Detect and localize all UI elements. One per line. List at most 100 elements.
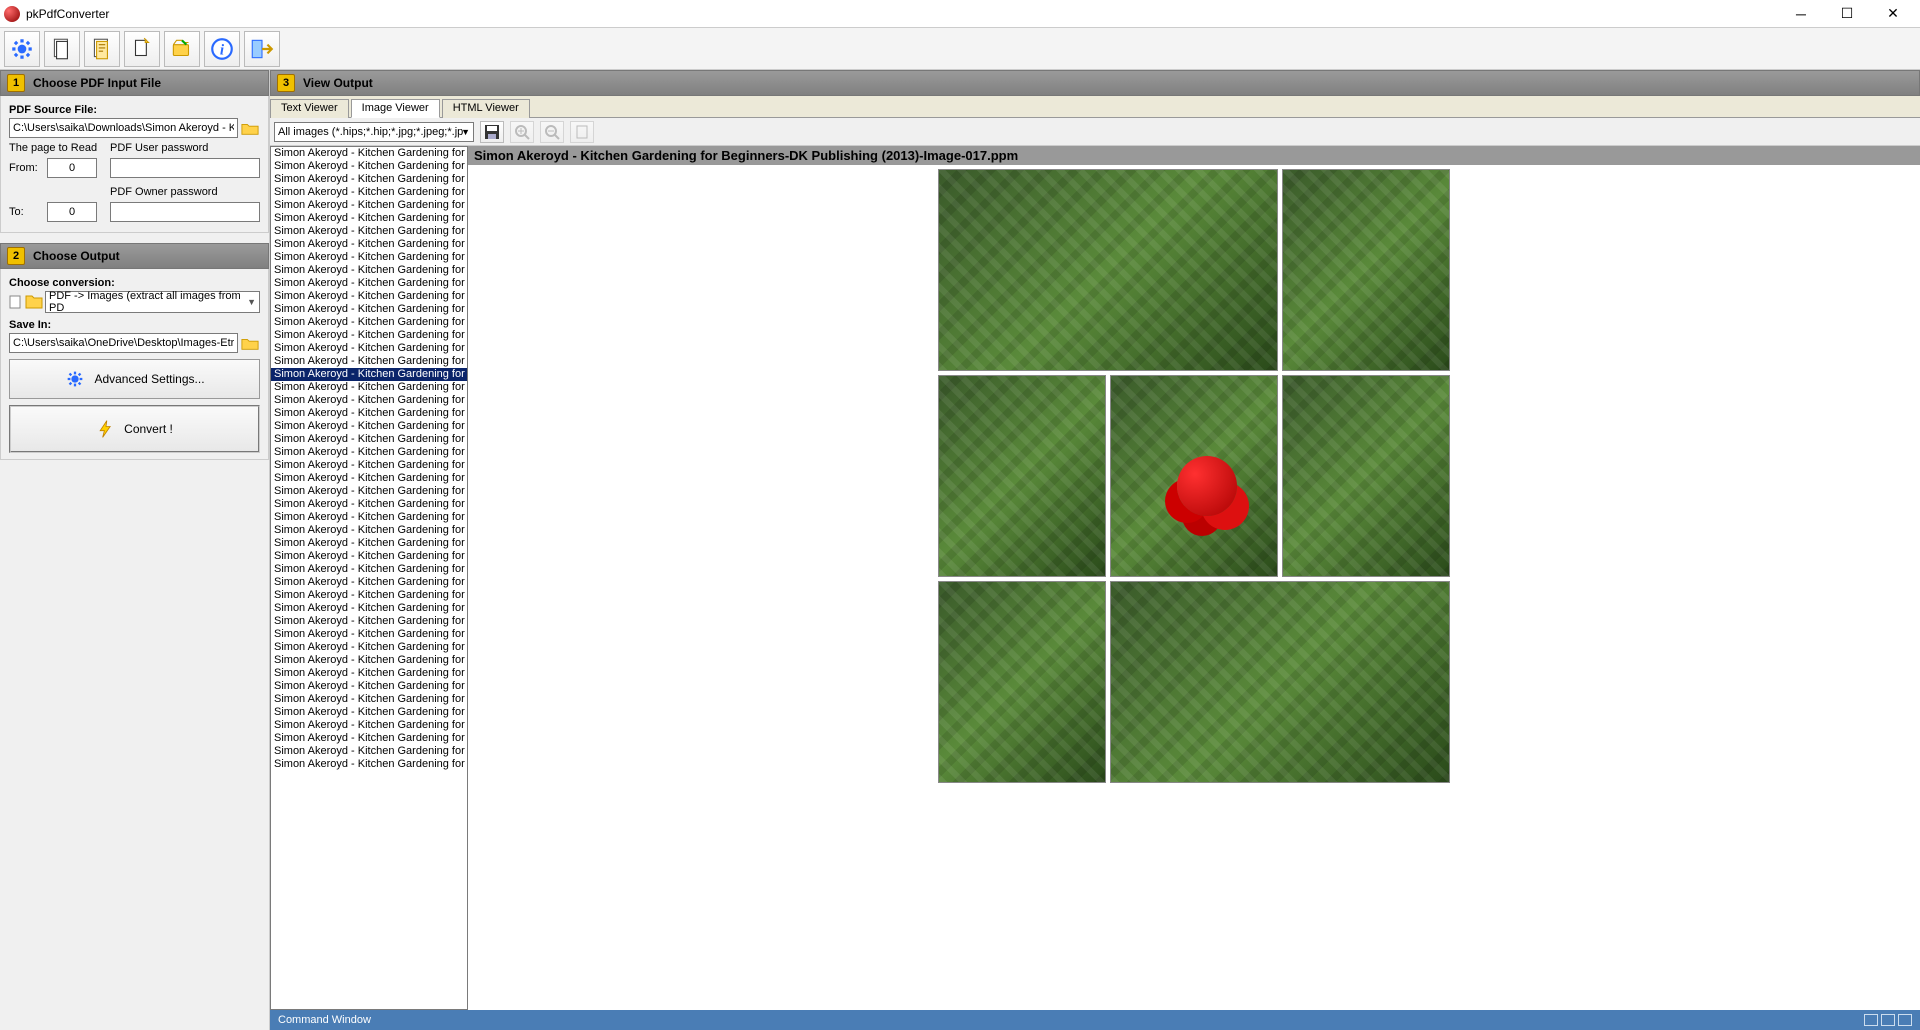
browse-savein-icon[interactable] — [240, 334, 260, 352]
step3-badge: 3 — [277, 74, 295, 92]
list-item[interactable]: Simon Akeroyd - Kitchen Gardening for — [271, 199, 467, 212]
list-item[interactable]: Simon Akeroyd - Kitchen Gardening for — [271, 485, 467, 498]
preview-tile — [938, 581, 1106, 783]
list-item[interactable]: Simon Akeroyd - Kitchen Gardening for — [271, 303, 467, 316]
list-item[interactable]: Simon Akeroyd - Kitchen Gardening for — [271, 277, 467, 290]
to-label: To: — [9, 206, 45, 218]
list-item[interactable]: Simon Akeroyd - Kitchen Gardening for — [271, 238, 467, 251]
list-item[interactable]: Simon Akeroyd - Kitchen Gardening for — [271, 511, 467, 524]
convert-button[interactable]: Convert ! — [9, 405, 260, 453]
browse-source-icon[interactable] — [240, 119, 260, 137]
maximize-button[interactable]: ☐ — [1824, 0, 1870, 28]
settings-button[interactable] — [4, 31, 40, 67]
list-item[interactable]: Simon Akeroyd - Kitchen Gardening for — [271, 212, 467, 225]
list-item[interactable]: Simon Akeroyd - Kitchen Gardening for — [271, 732, 467, 745]
list-item[interactable]: Simon Akeroyd - Kitchen Gardening for — [271, 147, 467, 160]
list-item[interactable]: Simon Akeroyd - Kitchen Gardening for — [271, 316, 467, 329]
list-item[interactable]: Simon Akeroyd - Kitchen Gardening for — [271, 329, 467, 342]
list-item[interactable]: Simon Akeroyd - Kitchen Gardening for — [271, 264, 467, 277]
zoom-out-button[interactable] — [540, 121, 564, 143]
list-item[interactable]: Simon Akeroyd - Kitchen Gardening for — [271, 680, 467, 693]
doc-button-3[interactable] — [124, 31, 160, 67]
list-item[interactable]: Simon Akeroyd - Kitchen Gardening for — [271, 602, 467, 615]
list-item[interactable]: Simon Akeroyd - Kitchen Gardening for — [271, 628, 467, 641]
list-item[interactable]: Simon Akeroyd - Kitchen Gardening for — [271, 446, 467, 459]
list-item[interactable]: Simon Akeroyd - Kitchen Gardening for — [271, 667, 467, 680]
list-item[interactable]: Simon Akeroyd - Kitchen Gardening for — [271, 641, 467, 654]
list-item[interactable]: Simon Akeroyd - Kitchen Gardening for — [271, 160, 467, 173]
source-file-input[interactable] — [9, 118, 238, 138]
list-item[interactable]: Simon Akeroyd - Kitchen Gardening for — [271, 342, 467, 355]
list-item[interactable]: Simon Akeroyd - Kitchen Gardening for — [271, 654, 467, 667]
list-item[interactable]: Simon Akeroyd - Kitchen Gardening for — [271, 290, 467, 303]
list-item[interactable]: Simon Akeroyd - Kitchen Gardening for — [271, 433, 467, 446]
source-file-label: PDF Source File: — [9, 104, 260, 116]
doc-button-2[interactable] — [84, 31, 120, 67]
list-item[interactable]: Simon Akeroyd - Kitchen Gardening for — [271, 186, 467, 199]
minimize-button[interactable]: ─ — [1778, 0, 1824, 28]
list-item[interactable]: Simon Akeroyd - Kitchen Gardening for — [271, 615, 467, 628]
panel-header-step2: 2 Choose Output — [0, 243, 269, 269]
fit-page-button[interactable] — [570, 121, 594, 143]
lightning-icon — [96, 417, 116, 441]
list-item[interactable]: Simon Akeroyd - Kitchen Gardening for — [271, 589, 467, 602]
panel-header-step1: 1 Choose PDF Input File — [0, 70, 269, 96]
list-item[interactable]: Simon Akeroyd - Kitchen Gardening for — [271, 706, 467, 719]
list-item[interactable]: Simon Akeroyd - Kitchen Gardening for — [271, 758, 467, 771]
choose-conversion-label: Choose conversion: — [9, 277, 260, 289]
preview-tile — [1110, 581, 1450, 783]
list-item[interactable]: Simon Akeroyd - Kitchen Gardening for — [271, 420, 467, 433]
step2-badge: 2 — [7, 247, 25, 265]
close-button[interactable]: ✕ — [1870, 0, 1916, 28]
user-password-input[interactable] — [110, 158, 260, 178]
preview-tile — [1282, 375, 1450, 577]
owner-password-input[interactable] — [110, 202, 260, 222]
list-item[interactable]: Simon Akeroyd - Kitchen Gardening for — [271, 225, 467, 238]
app-icon — [4, 6, 20, 22]
panel-header-step3: 3 View Output — [270, 70, 1920, 96]
image-list[interactable]: Simon Akeroyd - Kitchen Gardening forSim… — [270, 146, 468, 1010]
list-item[interactable]: Simon Akeroyd - Kitchen Gardening for — [271, 745, 467, 758]
list-item[interactable]: Simon Akeroyd - Kitchen Gardening for — [271, 355, 467, 368]
list-item[interactable]: Simon Akeroyd - Kitchen Gardening for — [271, 537, 467, 550]
list-item[interactable]: Simon Akeroyd - Kitchen Gardening for — [271, 472, 467, 485]
tab-text-viewer[interactable]: Text Viewer — [270, 99, 349, 118]
info-button[interactable]: i — [204, 31, 240, 67]
tab-html-viewer[interactable]: HTML Viewer — [442, 99, 530, 118]
to-input[interactable] — [47, 202, 97, 222]
image-filter-select[interactable]: All images (*.hips;*.hip;*.jpg;*.jpeg;*.… — [274, 122, 474, 142]
titlebar: pkPdfConverter ─ ☐ ✕ — [0, 0, 1920, 28]
from-input[interactable] — [47, 158, 97, 178]
list-item[interactable]: Simon Akeroyd - Kitchen Gardening for — [271, 524, 467, 537]
zoom-in-button[interactable] — [510, 121, 534, 143]
exit-button[interactable] — [244, 31, 280, 67]
preview-area — [468, 165, 1920, 1010]
save-in-input[interactable] — [9, 333, 238, 353]
list-item[interactable]: Simon Akeroyd - Kitchen Gardening for — [271, 719, 467, 732]
list-item[interactable]: Simon Akeroyd - Kitchen Gardening for — [271, 459, 467, 472]
step1-title: Choose PDF Input File — [33, 76, 161, 90]
save-image-button[interactable] — [480, 121, 504, 143]
tab-image-viewer[interactable]: Image Viewer — [351, 99, 440, 118]
list-item[interactable]: Simon Akeroyd - Kitchen Gardening for — [271, 251, 467, 264]
list-item[interactable]: Simon Akeroyd - Kitchen Gardening for — [271, 693, 467, 706]
list-item[interactable]: Simon Akeroyd - Kitchen Gardening for — [271, 498, 467, 511]
list-item[interactable]: Simon Akeroyd - Kitchen Gardening for — [271, 381, 467, 394]
step1-badge: 1 — [7, 74, 25, 92]
doc-button-4[interactable] — [164, 31, 200, 67]
convert-label: Convert ! — [124, 422, 173, 436]
advanced-settings-button[interactable]: Advanced Settings... — [9, 359, 260, 399]
preview-tile — [938, 169, 1278, 371]
list-item[interactable]: Simon Akeroyd - Kitchen Gardening for — [271, 394, 467, 407]
list-item[interactable]: Simon Akeroyd - Kitchen Gardening for — [271, 407, 467, 420]
preview-tile — [1282, 169, 1450, 371]
list-item[interactable]: Simon Akeroyd - Kitchen Gardening for — [271, 368, 467, 381]
doc-button-1[interactable] — [44, 31, 80, 67]
preview-tile — [938, 375, 1106, 577]
list-item[interactable]: Simon Akeroyd - Kitchen Gardening for — [271, 563, 467, 576]
list-item[interactable]: Simon Akeroyd - Kitchen Gardening for — [271, 576, 467, 589]
list-item[interactable]: Simon Akeroyd - Kitchen Gardening for — [271, 550, 467, 563]
list-item[interactable]: Simon Akeroyd - Kitchen Gardening for — [271, 173, 467, 186]
conversion-select[interactable]: PDF -> Images (extract all images from P… — [45, 291, 260, 313]
mdi-buttons[interactable] — [1864, 1014, 1912, 1026]
